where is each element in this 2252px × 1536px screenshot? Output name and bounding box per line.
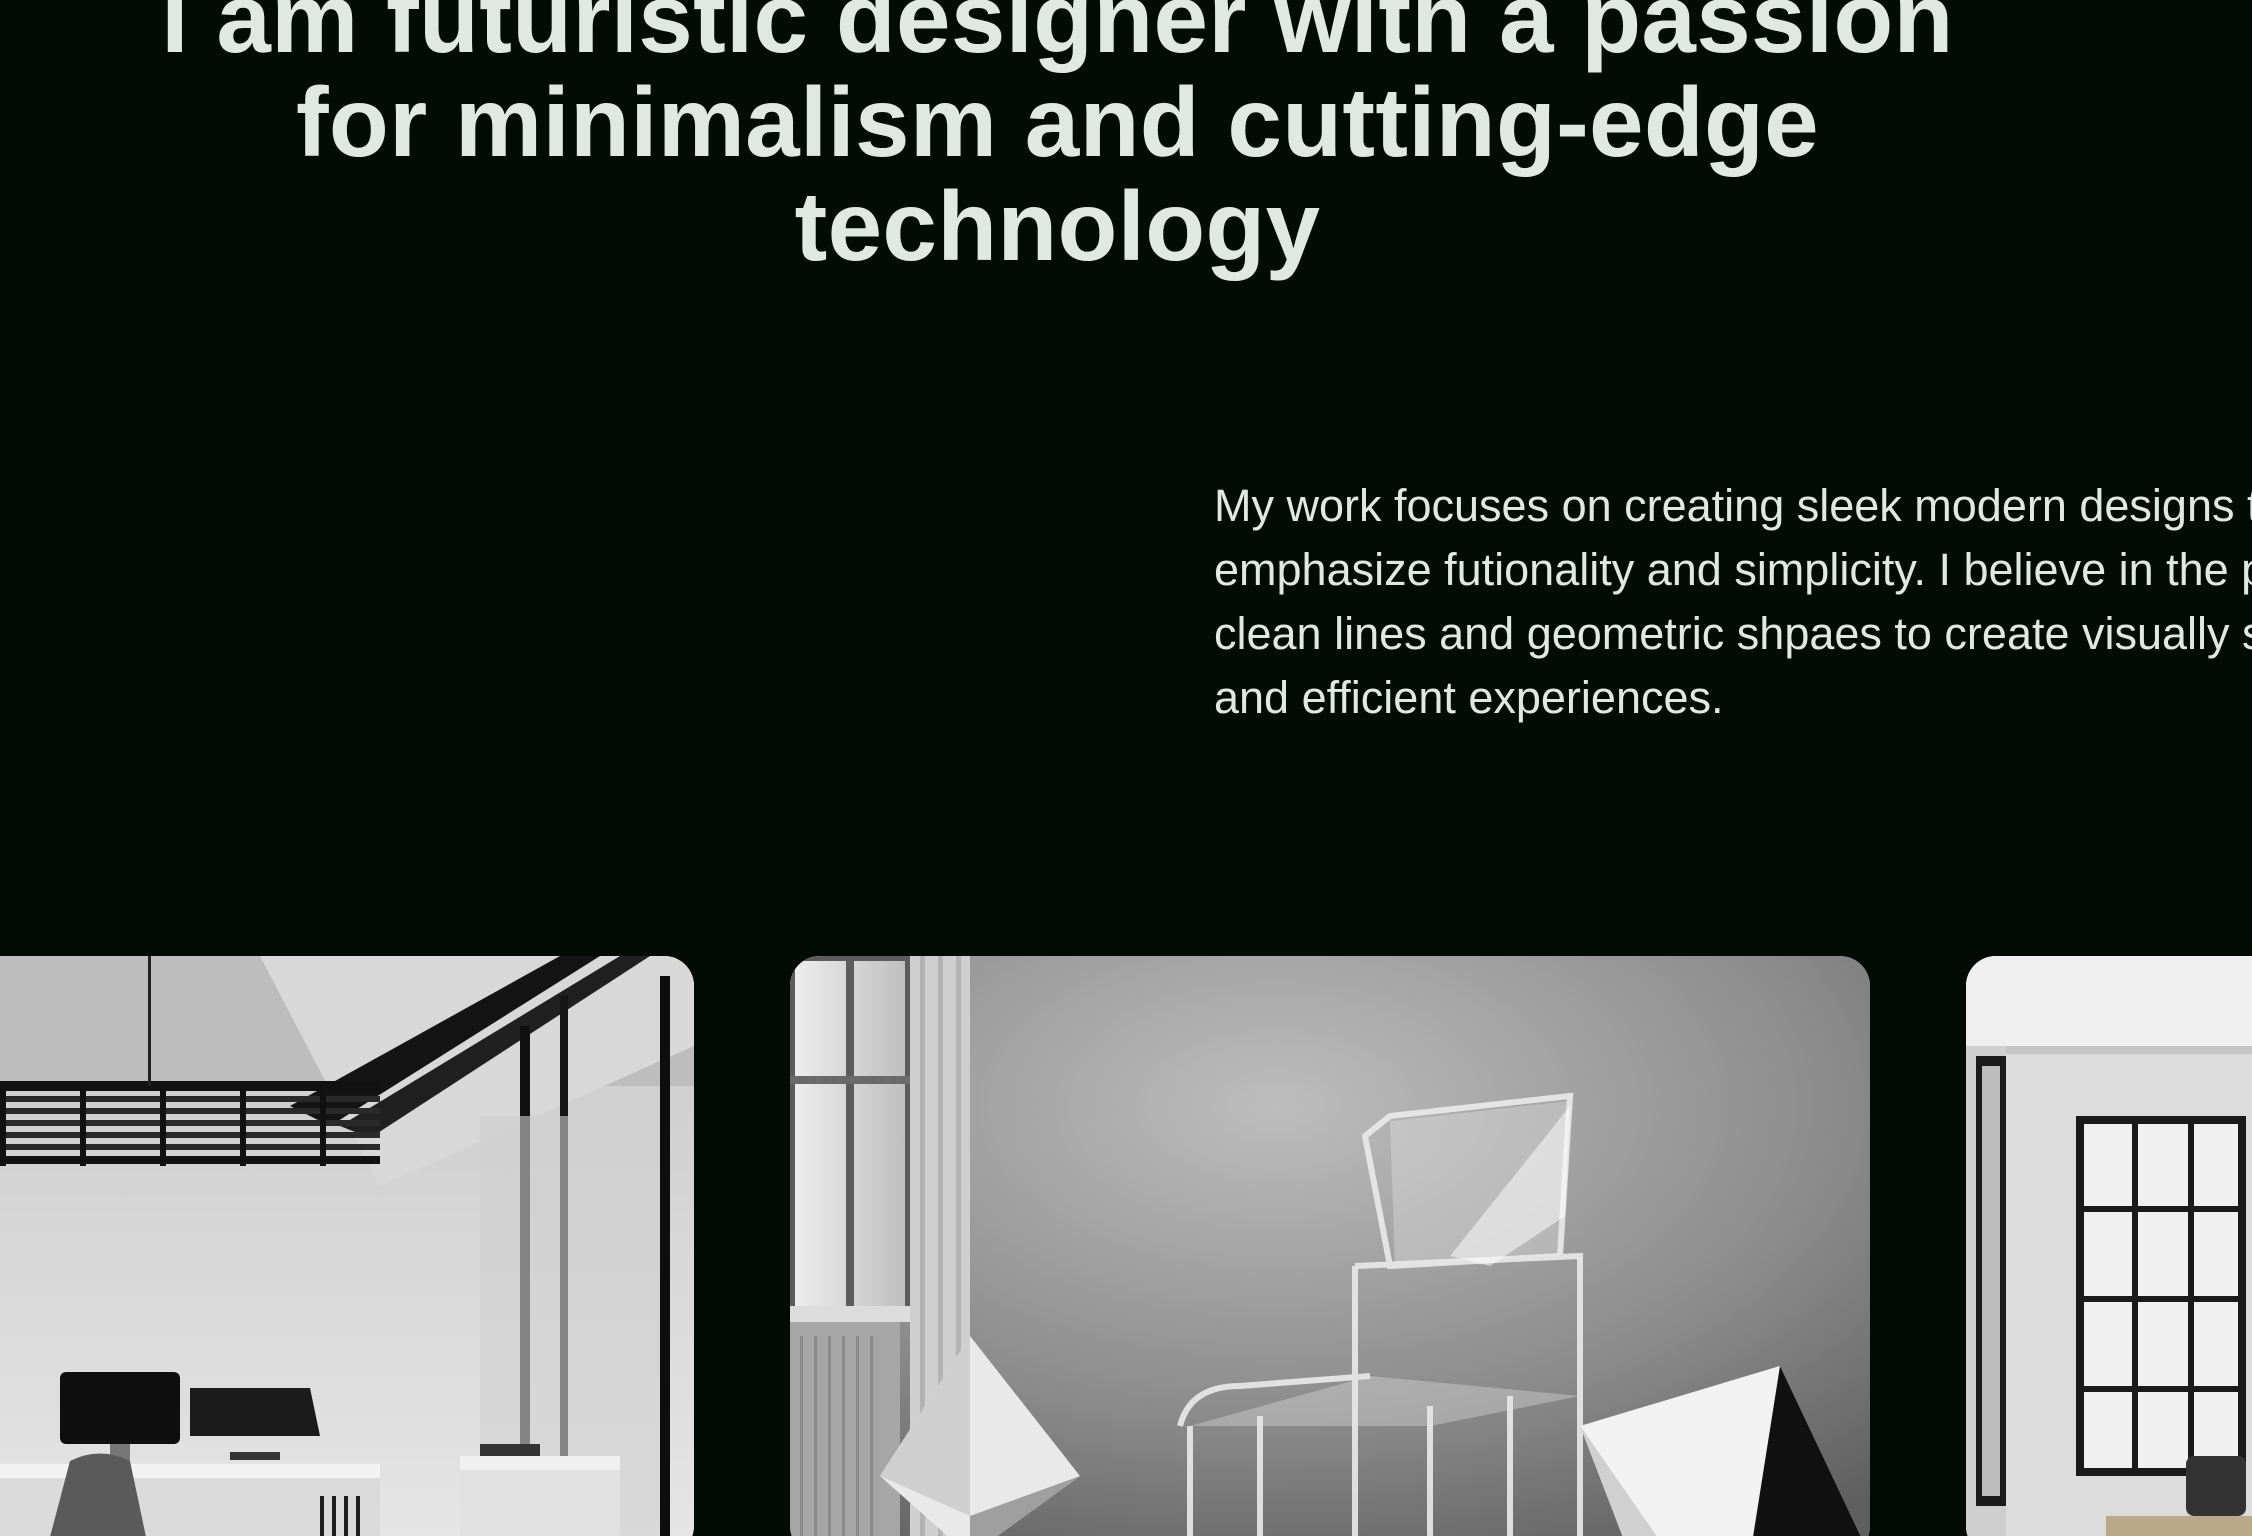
gallery-card-chair[interactable] bbox=[790, 956, 1870, 1536]
page: I am futuristic designer with a passion … bbox=[0, 0, 2252, 1536]
gallery-card-loft[interactable] bbox=[1966, 956, 2252, 1536]
intro-line: My work focuses on creating sleek modern… bbox=[1214, 480, 2252, 531]
intro-line: emphasize futionality and simplicity. I … bbox=[1214, 544, 2252, 595]
bright-office-windows-image bbox=[1966, 956, 2252, 1536]
intro-line: and efficient experiences. bbox=[1214, 672, 1724, 723]
intro-line: clean lines and geometric shpaes to crea… bbox=[1214, 608, 2252, 659]
hero-title: I am futuristic designer with a passion … bbox=[0, 0, 2115, 278]
hero-title-line: technology bbox=[794, 171, 1321, 281]
intro-paragraph: My work focuses on creating sleek modern… bbox=[1214, 474, 2252, 730]
hero-title-line: for minimalism and cutting-edge bbox=[296, 67, 1819, 177]
minimalist-office-image bbox=[0, 956, 694, 1536]
image-gallery bbox=[0, 956, 2252, 1536]
acrylic-chair-geometric-shapes-image bbox=[790, 956, 1870, 1536]
hero-title-line: I am futuristic designer with a passion bbox=[161, 0, 1954, 73]
gallery-card-office[interactable] bbox=[0, 956, 694, 1536]
